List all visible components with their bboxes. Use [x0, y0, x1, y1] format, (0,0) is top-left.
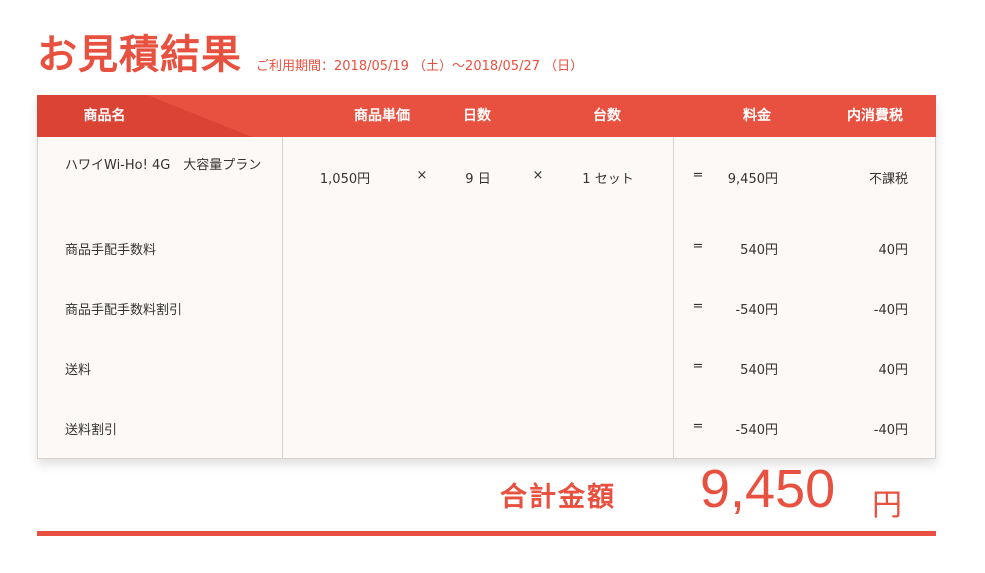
- equals-sign: =: [692, 239, 704, 254]
- column-divider: [282, 137, 283, 459]
- equals-sign: =: [692, 359, 704, 374]
- column-header-unit-price: 商品単価: [354, 108, 410, 124]
- row-product-name: ハワイWi-Ho! 4G 大容量プラン: [65, 158, 262, 173]
- times-sign: ×: [532, 168, 544, 183]
- row-product-name: 商品手配手数料: [65, 243, 157, 258]
- row-tax: 不課税: [868, 172, 908, 187]
- equals-sign: =: [692, 419, 704, 434]
- column-divider: [673, 137, 674, 459]
- row-tax: 40円: [878, 243, 908, 258]
- row-tax: 40円: [878, 363, 908, 378]
- row-fee: 9,450円: [727, 172, 778, 187]
- column-header-days: 日数: [463, 108, 491, 124]
- row-product-name: 商品手配手数料割引: [65, 303, 183, 318]
- total-label: 合計金額: [500, 482, 616, 513]
- page-title: お見積結果: [37, 32, 242, 78]
- column-header-fee: 料金: [743, 108, 771, 124]
- column-header-product: 商品名: [83, 108, 126, 124]
- header: お見積結果 ご利用期間：2018/05/19 （土）～2018/05/27 （日…: [37, 32, 583, 78]
- equals-sign: =: [692, 299, 704, 314]
- total-amount: 9,450: [700, 459, 836, 519]
- row-fee: -540円: [735, 303, 778, 318]
- rental-period: ご利用期間：2018/05/19 （土）～2018/05/27 （日）: [256, 59, 584, 74]
- table-header: 商品名 商品単価 日数 台数 料金 内消費税: [37, 95, 936, 137]
- row-tax: -40円: [873, 303, 908, 318]
- equals-sign: =: [692, 168, 704, 183]
- row-count: 1 セット: [582, 172, 634, 187]
- times-sign: ×: [416, 168, 428, 183]
- row-fee: -540円: [735, 423, 778, 438]
- column-header-count: 台数: [593, 108, 621, 124]
- row-tax: -40円: [873, 423, 908, 438]
- bottom-divider: [37, 531, 936, 536]
- row-product-name: 送料割引: [65, 423, 118, 438]
- row-unit-price: 1,050円: [319, 172, 371, 187]
- row-product-name: 送料: [65, 363, 92, 378]
- row-fee: 540円: [740, 363, 778, 378]
- row-days: 9 日: [465, 172, 491, 187]
- column-header-tax: 内消費税: [847, 108, 903, 124]
- estimate-table: 商品名 商品単価 日数 台数 料金 内消費税 ハワイWi-Ho! 4G 大容量プ…: [37, 95, 936, 459]
- total-unit: 円: [872, 488, 902, 523]
- row-fee: 540円: [740, 243, 778, 258]
